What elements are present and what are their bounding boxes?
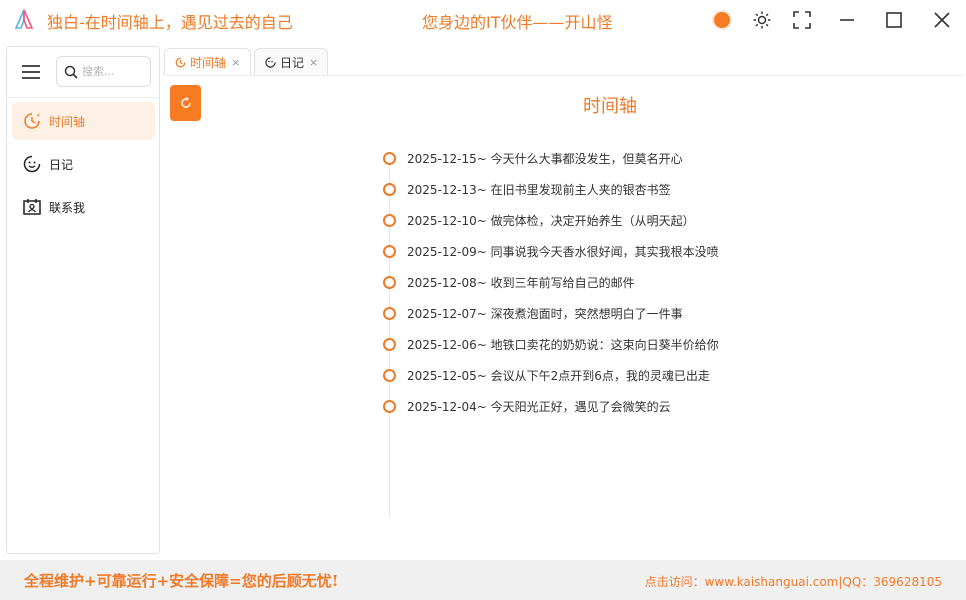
footer-tagline: 全程维护+可靠运行+安全保障=您的后顾无忧! [24,572,339,590]
timeline-entry-text: 2025-12-13~ 在旧书里发现前主人夹的银杏书签 [407,182,671,197]
timeline-dot-icon [383,337,396,351]
smiley-icon [23,155,41,173]
timeline-entry-text: 2025-12-06~ 地铁口卖花的奶奶说：这束向日葵半价给你 [407,337,719,352]
timeline-dot-icon [383,213,396,227]
menu-toggle-icon[interactable] [22,64,40,80]
minimize-icon [840,19,854,21]
timeline-entry[interactable]: 2025-12-13~ 在旧书里发现前主人夹的银杏书签 [383,181,671,197]
theme-color-swatch [712,10,732,30]
timeline-entry[interactable]: 2025-12-10~ 做完体检，决定开始养生（从明天起） [383,212,695,228]
timeline-dot-icon [383,182,396,196]
timeline-dot-icon [383,151,396,165]
tab-diary[interactable]: 日记 × [254,48,328,76]
sidebar-item-contact[interactable]: 联系我 [12,188,155,226]
search-icon [64,65,78,79]
tab-timeline[interactable]: 时间轴 × [164,48,251,76]
timeline-entry-text: 2025-12-15~ 今天什么大事都没发生，但莫名开心 [407,151,683,166]
app-title: 独白-在时间轴上，遇见过去的自己 [47,13,293,32]
sidebar-divider [7,97,159,98]
maximize-button[interactable] [880,6,908,34]
footer-link[interactable]: 点击访问：www.kaishanguai.com|QQ：369628105 [645,573,942,590]
timeline-dot-icon [383,275,396,289]
sidebar-item-timeline[interactable]: 时间轴 [12,102,155,140]
title-bar: 独白-在时间轴上，遇见过去的自己 您身边的IT伙伴——开山怪 [0,0,966,40]
clock-icon [23,112,41,130]
tab-divider [164,75,964,76]
maximize-icon [886,12,902,28]
timeline-entry[interactable]: 2025-12-15~ 今天什么大事都没发生，但莫名开心 [383,150,683,166]
slogan: 您身边的IT伙伴——开山怪 [422,13,613,32]
timeline-entry[interactable]: 2025-12-08~ 收到三年前写给自己的邮件 [383,274,635,290]
timeline-entry[interactable]: 2025-12-07~ 深夜煮泡面时，突然想明白了一件事 [383,305,683,321]
close-icon [934,12,950,28]
timeline-entry-text: 2025-12-05~ 会议从下午2点开到6点，我的灵魂已出走 [407,368,710,383]
sun-icon [753,11,771,29]
search-box[interactable] [56,56,151,87]
app-logo-icon [14,9,34,29]
sidebar-item-diary[interactable]: 日记 [12,145,155,183]
timeline-entry[interactable]: 2025-12-09~ 同事说我今天香水很好闻，其实我根本没喷 [383,243,719,259]
tab-close-icon[interactable]: × [309,56,318,69]
refresh-icon [180,97,191,108]
search-input[interactable] [82,65,142,78]
footer: 全程维护+可靠运行+安全保障=您的后顾无忧! 点击访问：www.kaishang… [0,560,966,600]
refresh-button[interactable] [170,85,201,121]
timeline-dot-icon [383,244,396,258]
timeline-entry-text: 2025-12-08~ 收到三年前写给自己的邮件 [407,275,635,290]
timeline-dot-icon [383,368,396,382]
timeline-entry-text: 2025-12-04~ 今天阳光正好，遇见了会微笑的云 [407,399,671,414]
brightness-toggle-button[interactable] [748,6,776,34]
sidebar: 时间轴 日记 联系我 [6,46,160,554]
theme-color-button[interactable] [708,6,736,34]
timeline-dot-icon [383,306,396,320]
sidebar-item-label: 日记 [49,157,74,172]
tab-label: 日记 [280,56,305,70]
clock-icon [175,57,186,68]
timeline-entry[interactable]: 2025-12-06~ 地铁口卖花的奶奶说：这束向日葵半价给你 [383,336,719,352]
timeline-entry-text: 2025-12-09~ 同事说我今天香水很好闻，其实我根本没喷 [407,244,719,259]
timeline-entry-text: 2025-12-07~ 深夜煮泡面时，突然想明白了一件事 [407,306,683,321]
smiley-icon [265,57,276,68]
fullscreen-icon [793,11,811,29]
minimize-button[interactable] [833,6,861,34]
tab-label: 时间轴 [190,56,227,70]
sidebar-item-label: 时间轴 [49,114,86,129]
timeline-entry[interactable]: 2025-12-04~ 今天阳光正好，遇见了会微笑的云 [383,398,671,414]
tab-close-icon[interactable]: × [231,56,240,69]
sidebar-item-label: 联系我 [49,200,86,215]
close-window-button[interactable] [928,6,956,34]
fullscreen-button[interactable] [788,6,816,34]
timeline-entry-text: 2025-12-10~ 做完体检，决定开始养生（从明天起） [407,213,695,228]
timeline-dot-icon [383,399,396,413]
page-title: 时间轴 [583,96,637,117]
contact-card-icon [23,198,41,216]
timeline-entry[interactable]: 2025-12-05~ 会议从下午2点开到6点，我的灵魂已出走 [383,367,710,383]
